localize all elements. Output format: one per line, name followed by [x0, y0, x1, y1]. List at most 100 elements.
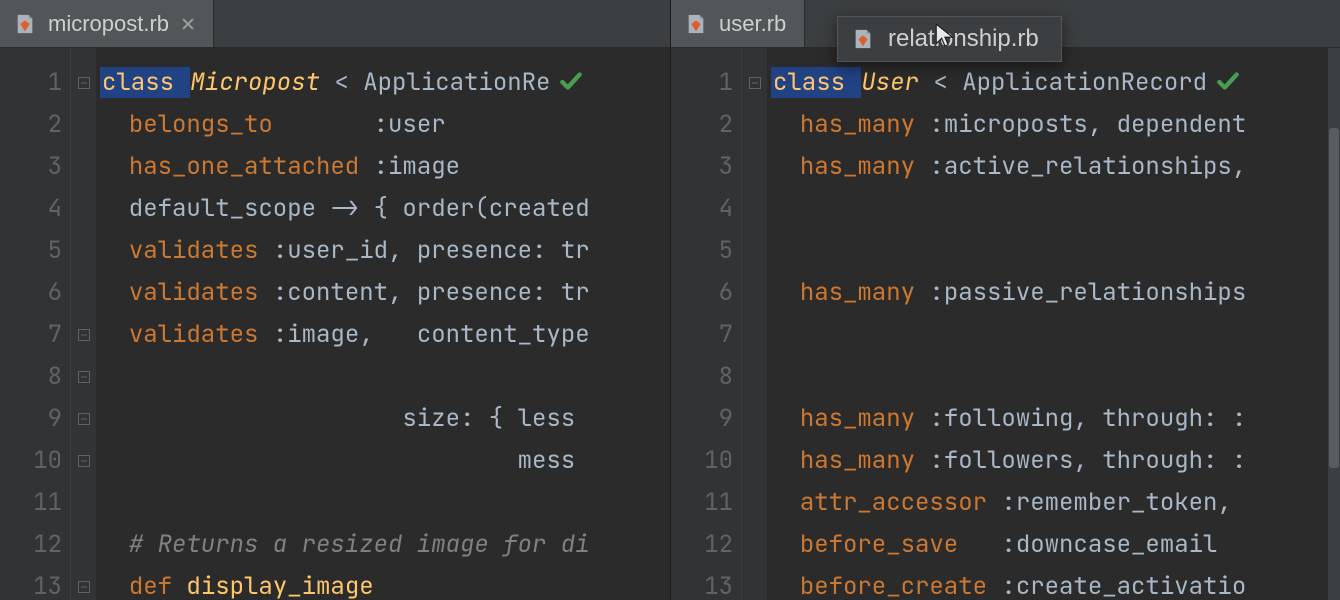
code-token: display_image	[186, 571, 373, 600]
code-line[interactable]: before_create :create_activatio	[771, 566, 1340, 600]
fold-toggle-icon[interactable]	[749, 77, 761, 89]
code-token	[100, 277, 129, 308]
editor-pane-right: user.rb 12345678910111213 class User < A…	[670, 0, 1340, 600]
fold-cell[interactable]	[71, 440, 96, 482]
code-line[interactable]: has_many :passive_relationships	[771, 272, 1340, 314]
code-line[interactable]: class Micropost < ApplicationRe	[100, 62, 670, 104]
line-number: 1	[671, 62, 733, 104]
fold-toggle-icon[interactable]	[78, 413, 90, 425]
line-number: 7	[0, 314, 62, 356]
fold-cell	[742, 146, 767, 188]
code-right[interactable]: class User < ApplicationRecord has_many …	[767, 48, 1340, 600]
code-token: :content, presence: tr	[258, 277, 589, 308]
close-icon[interactable]	[181, 17, 195, 31]
code-line[interactable]: def display_image	[100, 566, 670, 600]
code-line[interactable]: belongs_to :user	[100, 104, 670, 146]
code-line[interactable]: class User < ApplicationRecord	[771, 62, 1340, 104]
code-line[interactable]: default_scope -> { order(created	[100, 188, 670, 230]
tab-user[interactable]: user.rb	[671, 0, 805, 47]
line-number: 11	[671, 482, 733, 524]
tab-micropost[interactable]: micropost.rb	[0, 0, 214, 47]
fold-toggle-icon[interactable]	[78, 455, 90, 467]
line-number: 3	[0, 146, 62, 188]
code-token: :image, content_type	[258, 319, 589, 350]
code-token: has_one_attached	[129, 151, 359, 182]
vertical-scrollbar[interactable]	[1328, 48, 1340, 600]
code-line[interactable]: has_one_attached :image	[100, 146, 670, 188]
code-line[interactable]	[771, 230, 1340, 272]
fold-cell[interactable]	[71, 356, 96, 398]
code-line[interactable]	[771, 356, 1340, 398]
code-line[interactable]: attr_accessor :remember_token,	[771, 482, 1340, 524]
scrollbar-thumb[interactable]	[1329, 128, 1339, 468]
fold-column-left[interactable]	[70, 48, 96, 600]
code-line[interactable]: validates :user_id, presence: tr	[100, 230, 670, 272]
code-token: :user	[374, 109, 446, 140]
code-token: ApplicationRecord	[962, 67, 1207, 98]
code-token: Micropost	[190, 67, 320, 98]
code-token: :remember_token,	[987, 487, 1232, 518]
ruby-file-icon	[14, 13, 36, 35]
code-token	[100, 571, 129, 600]
code-line[interactable]	[771, 314, 1340, 356]
fold-toggle-icon[interactable]	[78, 371, 90, 383]
code-token: :followers, through: :	[915, 445, 1246, 476]
code-token: size: { less	[100, 403, 575, 434]
code-token	[771, 403, 800, 434]
fold-cell	[742, 482, 767, 524]
code-token: :active_relationships,	[915, 151, 1246, 182]
code-token: <	[919, 67, 962, 98]
code-line[interactable]: mess	[100, 440, 670, 482]
code-line[interactable]	[100, 482, 670, 524]
code-line[interactable]: has_many :active_relationships,	[771, 146, 1340, 188]
code-line[interactable]	[100, 356, 670, 398]
code-token: <	[320, 67, 363, 98]
tab-bar-left[interactable]: micropost.rb	[0, 0, 670, 48]
fold-cell	[742, 566, 767, 600]
code-left[interactable]: class Micropost < ApplicationRe belongs_…	[96, 48, 670, 600]
editor-split: micropost.rb 12345678910111213 class Mic…	[0, 0, 1340, 600]
fold-cell	[742, 356, 767, 398]
code-token	[771, 571, 800, 600]
code-area-right[interactable]: 12345678910111213 class User < Applicati…	[671, 48, 1340, 600]
code-token: :following, through: :	[915, 403, 1246, 434]
code-line[interactable]: validates :image, content_type	[100, 314, 670, 356]
fold-cell[interactable]	[71, 62, 96, 104]
line-number: 4	[0, 188, 62, 230]
line-number: 9	[671, 398, 733, 440]
fold-cell[interactable]	[71, 566, 96, 600]
fold-cell[interactable]	[742, 62, 767, 104]
gutter-left: 12345678910111213	[0, 48, 70, 600]
line-number: 12	[671, 524, 733, 566]
fold-toggle-icon[interactable]	[78, 581, 90, 593]
code-line[interactable]	[771, 188, 1340, 230]
code-line[interactable]: has_many :followers, through: :	[771, 440, 1340, 482]
fold-column-right[interactable]	[741, 48, 767, 600]
code-token	[771, 193, 785, 224]
code-line[interactable]: has_many :following, through: :	[771, 398, 1340, 440]
code-line[interactable]: # Returns a resized image for di	[100, 524, 670, 566]
code-token	[100, 487, 114, 518]
tab-bar-right[interactable]: user.rb	[671, 0, 1340, 48]
analysis-ok-icon	[1215, 68, 1241, 94]
code-token	[771, 529, 800, 560]
fold-cell[interactable]	[71, 314, 96, 356]
code-line[interactable]: size: { less	[100, 398, 670, 440]
fold-cell	[742, 230, 767, 272]
fold-cell[interactable]	[71, 398, 96, 440]
code-token: :image	[374, 151, 460, 182]
line-number: 4	[671, 188, 733, 230]
code-token: :downcase_email	[958, 529, 1217, 560]
fold-cell	[71, 104, 96, 146]
code-token	[273, 109, 374, 140]
code-line[interactable]: before_save :downcase_email	[771, 524, 1340, 566]
code-area-left[interactable]: 12345678910111213 class Micropost < Appl…	[0, 48, 670, 600]
line-number: 9	[0, 398, 62, 440]
code-line[interactable]: validates :content, presence: tr	[100, 272, 670, 314]
code-line[interactable]: has_many :microposts, dependent	[771, 104, 1340, 146]
fold-toggle-icon[interactable]	[78, 77, 90, 89]
line-number: 8	[671, 356, 733, 398]
fold-toggle-icon[interactable]	[78, 329, 90, 341]
fold-cell	[742, 440, 767, 482]
code-token: has_many	[800, 109, 915, 140]
